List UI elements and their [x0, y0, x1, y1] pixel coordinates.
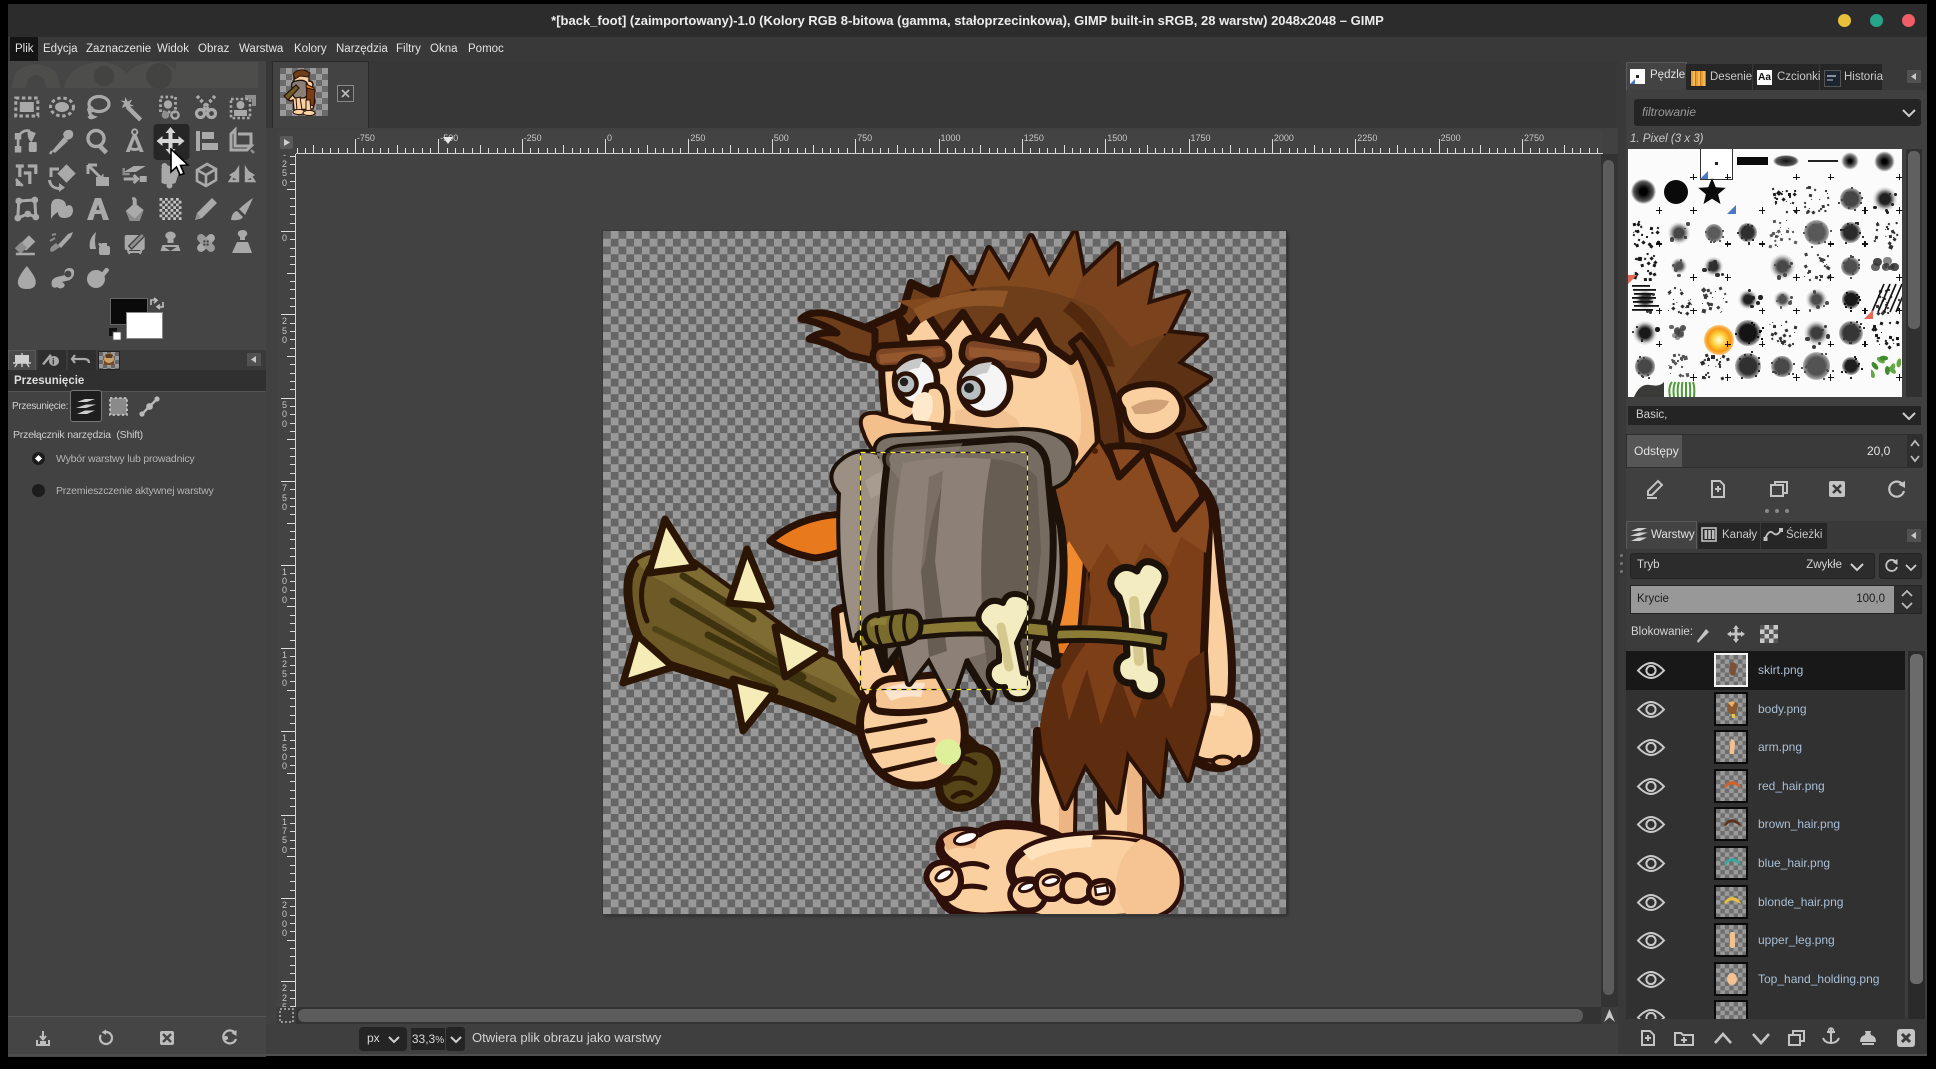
svg-text:i: i [52, 357, 55, 367]
